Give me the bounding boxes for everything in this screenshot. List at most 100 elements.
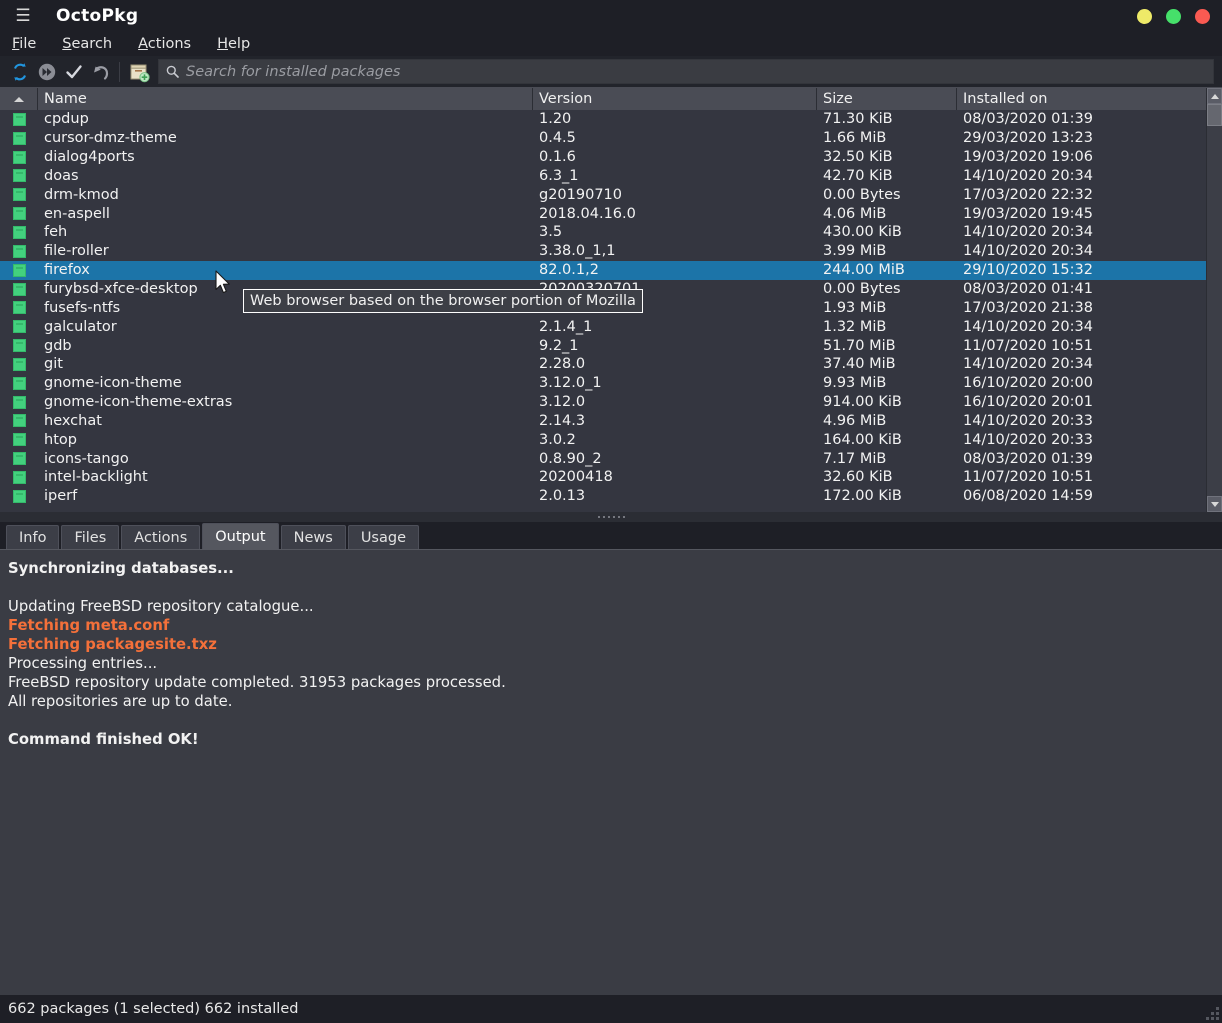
table-row[interactable]: cursor-dmz-theme 0.4.5 1.66 MiB 29/03/2020 … [0, 129, 1222, 148]
package-version: 6.3_1 [539, 167, 579, 184]
package-name: hexchat [44, 412, 102, 429]
scroll-track[interactable] [1207, 104, 1222, 496]
package-installed-on: 14/10/2020 20:34 [963, 224, 1093, 241]
search-input[interactable]: Search for installed packages [158, 59, 1214, 84]
toolbar: Search for installed packages [0, 56, 1222, 87]
column-header-name[interactable]: Name [38, 88, 533, 110]
tab-files[interactable]: Files [61, 525, 120, 549]
close-button[interactable] [1195, 8, 1210, 24]
scroll-thumb[interactable] [1207, 104, 1222, 126]
table-row[interactable]: htop 3.0.2 164.00 KiB 14/10/2020 20:33 [0, 430, 1222, 449]
package-version: 20200418 [539, 469, 613, 486]
package-status-icon [0, 169, 38, 183]
table-row[interactable]: dialog4ports 0.1.6 32.50 KiB 19/03/2020 19:… [0, 148, 1222, 167]
package-name: intel-backlight [44, 469, 148, 486]
package-version: 2018.04.16.0 [539, 205, 636, 222]
table-row[interactable]: galculator 2.1.4_1 1.32 MiB 14/10/2020 20:3… [0, 317, 1222, 336]
column-header-version[interactable]: Version [533, 88, 817, 110]
package-size: 32.50 KiB [823, 149, 893, 166]
package-version: 2017.3.23 [539, 299, 613, 316]
package-status-icon [0, 188, 38, 202]
package-installed-on: 14/10/2020 20:34 [963, 243, 1093, 260]
package-name: gnome-icon-theme-extras [44, 394, 233, 411]
column-header-installed-on[interactable]: Installed on [957, 88, 1222, 110]
fast-forward-icon[interactable] [33, 58, 60, 85]
table-row[interactable]: intel-backlight 20200418 32.60 KiB 11/07/20… [0, 468, 1222, 487]
table-row[interactable]: iperf 2.0.13 172.00 KiB 06/08/2020 14:59 [0, 487, 1222, 506]
table-row[interactable]: en-aspell 2018.04.16.0 4.06 MiB 19/03/2020 … [0, 204, 1222, 223]
sync-repositories-icon[interactable] [6, 58, 33, 85]
table-header-row: Name Version Size Installed on [0, 88, 1222, 110]
tab-actions[interactable]: Actions [121, 525, 201, 549]
package-version: 3.0.2 [539, 431, 576, 448]
package-version: g20190710 [539, 186, 623, 203]
table-row[interactable]: doas 6.3_1 42.70 KiB 14/10/2020 20:34 [0, 167, 1222, 186]
toolbar-separator [119, 61, 120, 82]
table-row[interactable]: git 2.28.0 37.40 MiB 14/10/2020 20:34 [0, 355, 1222, 374]
tab-usage[interactable]: Usage [347, 525, 419, 549]
package-size: 1.93 MiB [823, 299, 887, 316]
table-row[interactable]: feh 3.5 430.00 KiB 14/10/2020 20:34 [0, 223, 1222, 242]
package-installed-on: 17/03/2020 21:38 [963, 299, 1093, 316]
package-size: 4.96 MiB [823, 412, 887, 429]
table-row[interactable]: gnome-icon-theme-extras 3.12.0 914.00 KiB 1… [0, 393, 1222, 412]
package-name: gdb [44, 337, 72, 354]
package-size: 914.00 KiB [823, 394, 902, 411]
package-installed-on: 14/10/2020 20:34 [963, 318, 1093, 335]
package-status-icon [0, 395, 38, 409]
package-name: fusefs-ntfs [44, 299, 121, 316]
package-size: 71.30 KiB [823, 111, 893, 128]
tab-news[interactable]: News [280, 525, 346, 549]
package-status-icon [0, 376, 38, 390]
menu-help[interactable]: Help [215, 35, 252, 53]
table-row[interactable]: fusefs-ntfs 2017.3.23 1.93 MiB 17/03/2020 2… [0, 298, 1222, 317]
package-size: 244.00 MiB [823, 262, 905, 279]
package-status-icon [0, 414, 38, 428]
install-package-icon[interactable] [125, 58, 152, 85]
scroll-up-button[interactable] [1207, 88, 1222, 104]
commit-check-icon[interactable] [60, 58, 87, 85]
package-status-icon [0, 207, 38, 221]
table-row[interactable]: file-roller 3.38.0_1,1 3.99 MiB 14/10/2020 … [0, 242, 1222, 261]
menu-actions[interactable]: Actions [136, 35, 193, 53]
package-size: 9.93 MiB [823, 375, 887, 392]
table-row[interactable]: cpdup 1.20 71.30 KiB 08/03/2020 01:39 [0, 110, 1222, 129]
package-version: 3.5 [539, 224, 563, 241]
package-installed-on: 19/03/2020 19:06 [963, 149, 1093, 166]
package-status-icon [0, 489, 38, 503]
package-installed-on: 14/10/2020 20:34 [963, 356, 1093, 373]
output-line: Fetching meta.conf [8, 617, 170, 634]
package-name: cursor-dmz-theme [44, 130, 177, 147]
package-size: 0.00 Bytes [823, 281, 901, 298]
table-row[interactable]: icons-tango 0.8.90_2 7.17 MiB 08/03/2020 01… [0, 449, 1222, 468]
package-size: 1.32 MiB [823, 318, 887, 335]
package-size: 4.06 MiB [823, 205, 887, 222]
hamburger-icon[interactable]: ☰ [8, 7, 38, 25]
column-header-size[interactable]: Size [817, 88, 957, 110]
table-row[interactable]: drm-kmod g20190710 0.00 Bytes 17/03/2020 22… [0, 185, 1222, 204]
output-panel[interactable]: Synchronizing databases... Updating FreeB… [0, 549, 1222, 995]
table-row[interactable]: firefox 82.0.1,2 244.00 MiB 29/10/2020 15:3… [0, 260, 1222, 280]
package-name: furybsd-xfce-desktop [44, 281, 198, 298]
table-row[interactable]: hexchat 2.14.3 4.96 MiB 14/10/2020 20:33 [0, 412, 1222, 431]
table-scrollbar[interactable] [1206, 88, 1222, 512]
tab-info[interactable]: Info [6, 525, 60, 549]
column-header-status[interactable] [0, 88, 38, 110]
table-row[interactable]: furybsd-xfce-desktop 20200320701 0.00 Byte… [0, 280, 1222, 299]
menu-file[interactable]: File [10, 35, 38, 53]
output-line: Processing entries... [8, 655, 158, 672]
package-status-icon [0, 339, 38, 353]
tab-output[interactable]: Output [202, 523, 279, 549]
package-name: en-aspell [44, 205, 110, 222]
menu-bar: File Search Actions Help [0, 32, 1222, 56]
rollback-undo-icon[interactable] [87, 58, 114, 85]
scroll-down-button[interactable] [1207, 496, 1222, 512]
maximize-button[interactable] [1166, 8, 1181, 24]
package-version: 20200320701 [539, 281, 641, 298]
table-row[interactable]: gnome-icon-theme 3.12.0_1 9.93 MiB 16/10/20… [0, 374, 1222, 393]
minimize-button[interactable] [1137, 8, 1152, 24]
panel-splitter[interactable] [0, 512, 1222, 522]
resize-grip[interactable] [1197, 1000, 1219, 1020]
menu-search[interactable]: Search [60, 35, 114, 53]
table-row[interactable]: gdb 9.2_1 51.70 MiB 11/07/2020 10:51 [0, 336, 1222, 355]
